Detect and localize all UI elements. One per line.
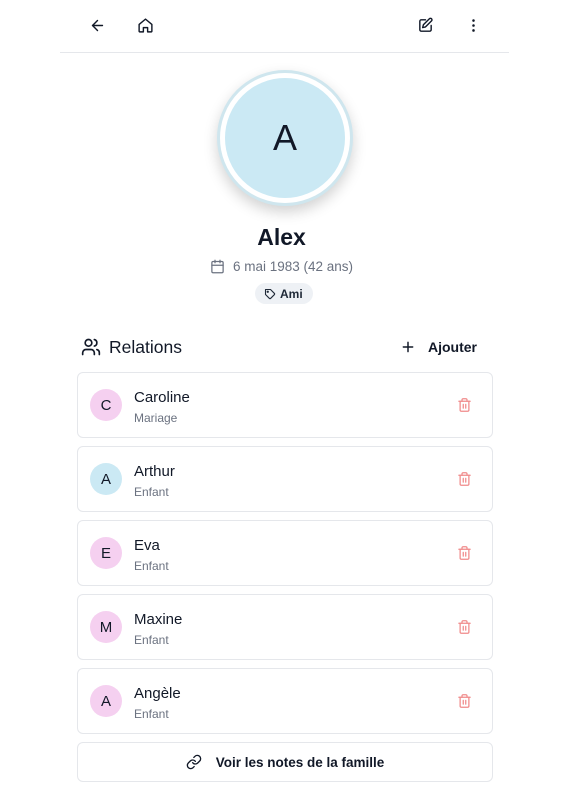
profile-avatar-initial: A [225,78,345,198]
family-notes-button[interactable]: Voir les notes de la famille [77,742,493,782]
relation-name: Angèle [134,685,181,702]
relation-name: Eva [134,537,160,554]
relation-type: Enfant [134,633,169,647]
link-icon [186,754,201,770]
plus-icon [402,341,414,353]
delete-relation-button[interactable] [456,618,472,636]
profile-birthdate: 6 mai 1983 (42 ans) [0,259,563,274]
back-button[interactable] [81,9,113,41]
edit-icon [418,17,433,32]
trash-icon [457,620,471,634]
relation-card[interactable]: E Eva Enfant [77,520,493,586]
top-bar [60,0,509,53]
tag-label: Ami [280,286,303,301]
relation-card[interactable]: A Arthur Enfant [77,446,493,512]
profile-name: Alex [257,224,306,250]
relation-type: Mariage [134,411,178,425]
relations-title: Relations [109,336,182,357]
more-vertical-icon [471,18,475,32]
trash-icon [457,546,471,560]
calendar-icon [211,259,224,274]
more-button[interactable] [457,9,489,41]
edit-button[interactable] [409,9,441,41]
relation-avatar: A [90,463,122,495]
relation-type: Enfant [134,707,169,721]
users-icon [81,338,101,356]
delete-relation-button[interactable] [456,396,472,414]
delete-relation-button[interactable] [456,692,472,710]
add-relation-label: Ajouter [428,339,477,355]
birthdate-text: 6 mai 1983 (42 ans) [232,259,354,274]
home-button[interactable] [129,9,161,41]
delete-relation-button[interactable] [456,544,472,562]
relations-header: Relations [81,334,182,360]
profile-avatar: A [217,70,353,206]
relation-card[interactable]: A Angèle Enfant [77,668,493,734]
trash-icon [457,472,471,486]
trash-icon [457,694,471,708]
relation-name: Arthur [134,463,175,480]
relation-name: Maxine [134,611,183,628]
arrow-left-icon [91,19,103,31]
trash-icon [457,398,471,412]
home-icon [137,17,153,33]
family-notes-label: Voir les notes de la famille [215,754,385,770]
delete-relation-button[interactable] [456,470,472,488]
profile-tag: Ami [255,283,313,304]
relation-avatar: M [90,611,122,643]
relation-avatar: E [90,537,122,569]
relation-card[interactable]: C Caroline Mariage [77,372,493,438]
relation-card[interactable]: M Maxine Enfant [77,594,493,660]
add-relation-button[interactable]: Ajouter [400,334,477,360]
relation-type: Enfant [134,485,169,499]
relation-type: Enfant [134,559,169,573]
relation-name: Caroline [134,389,190,406]
tag-icon [264,288,276,299]
relation-avatar: A [90,685,122,717]
relation-avatar: C [90,389,122,421]
